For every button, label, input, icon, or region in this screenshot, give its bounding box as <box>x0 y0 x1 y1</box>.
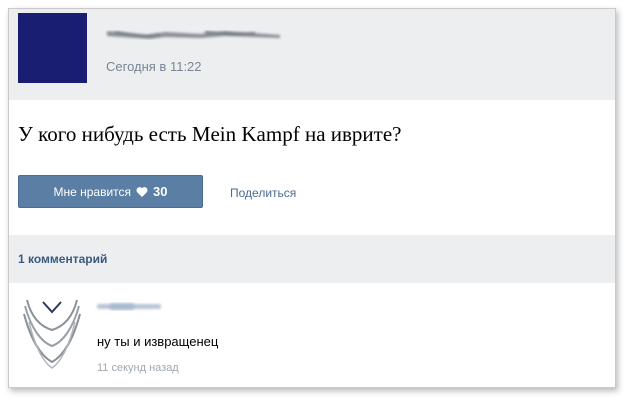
comment-item: ну ты и извращенец 11 секунд назад <box>9 292 615 382</box>
like-label: Мне нравится <box>53 184 132 199</box>
author-avatar[interactable] <box>18 13 87 83</box>
like-button[interactable]: Мне нравится 30 <box>18 175 203 208</box>
post-header: Сегодня в 11:22 <box>9 9 615 100</box>
comments-bar: 1 комментарий <box>9 235 615 283</box>
comment-text: ну ты и извращенец <box>97 334 219 349</box>
commenter-avatar[interactable] <box>21 296 83 372</box>
comments-count[interactable]: 1 комментарий <box>18 252 107 266</box>
post-card: Сегодня в 11:22 У кого нибудь есть Mein … <box>8 8 616 388</box>
author-name-blurred[interactable] <box>105 26 285 42</box>
post-text: У кого нибудь есть Mein Kampf на иврите? <box>18 122 402 146</box>
share-link[interactable]: Поделиться <box>230 186 296 200</box>
comment-time[interactable]: 11 секунд назад <box>97 362 179 374</box>
commenter-name-blurred[interactable] <box>95 300 165 313</box>
post-time[interactable]: Сегодня в 11:22 <box>106 59 202 74</box>
heart-icon <box>136 186 148 197</box>
like-count: 30 <box>153 184 168 199</box>
